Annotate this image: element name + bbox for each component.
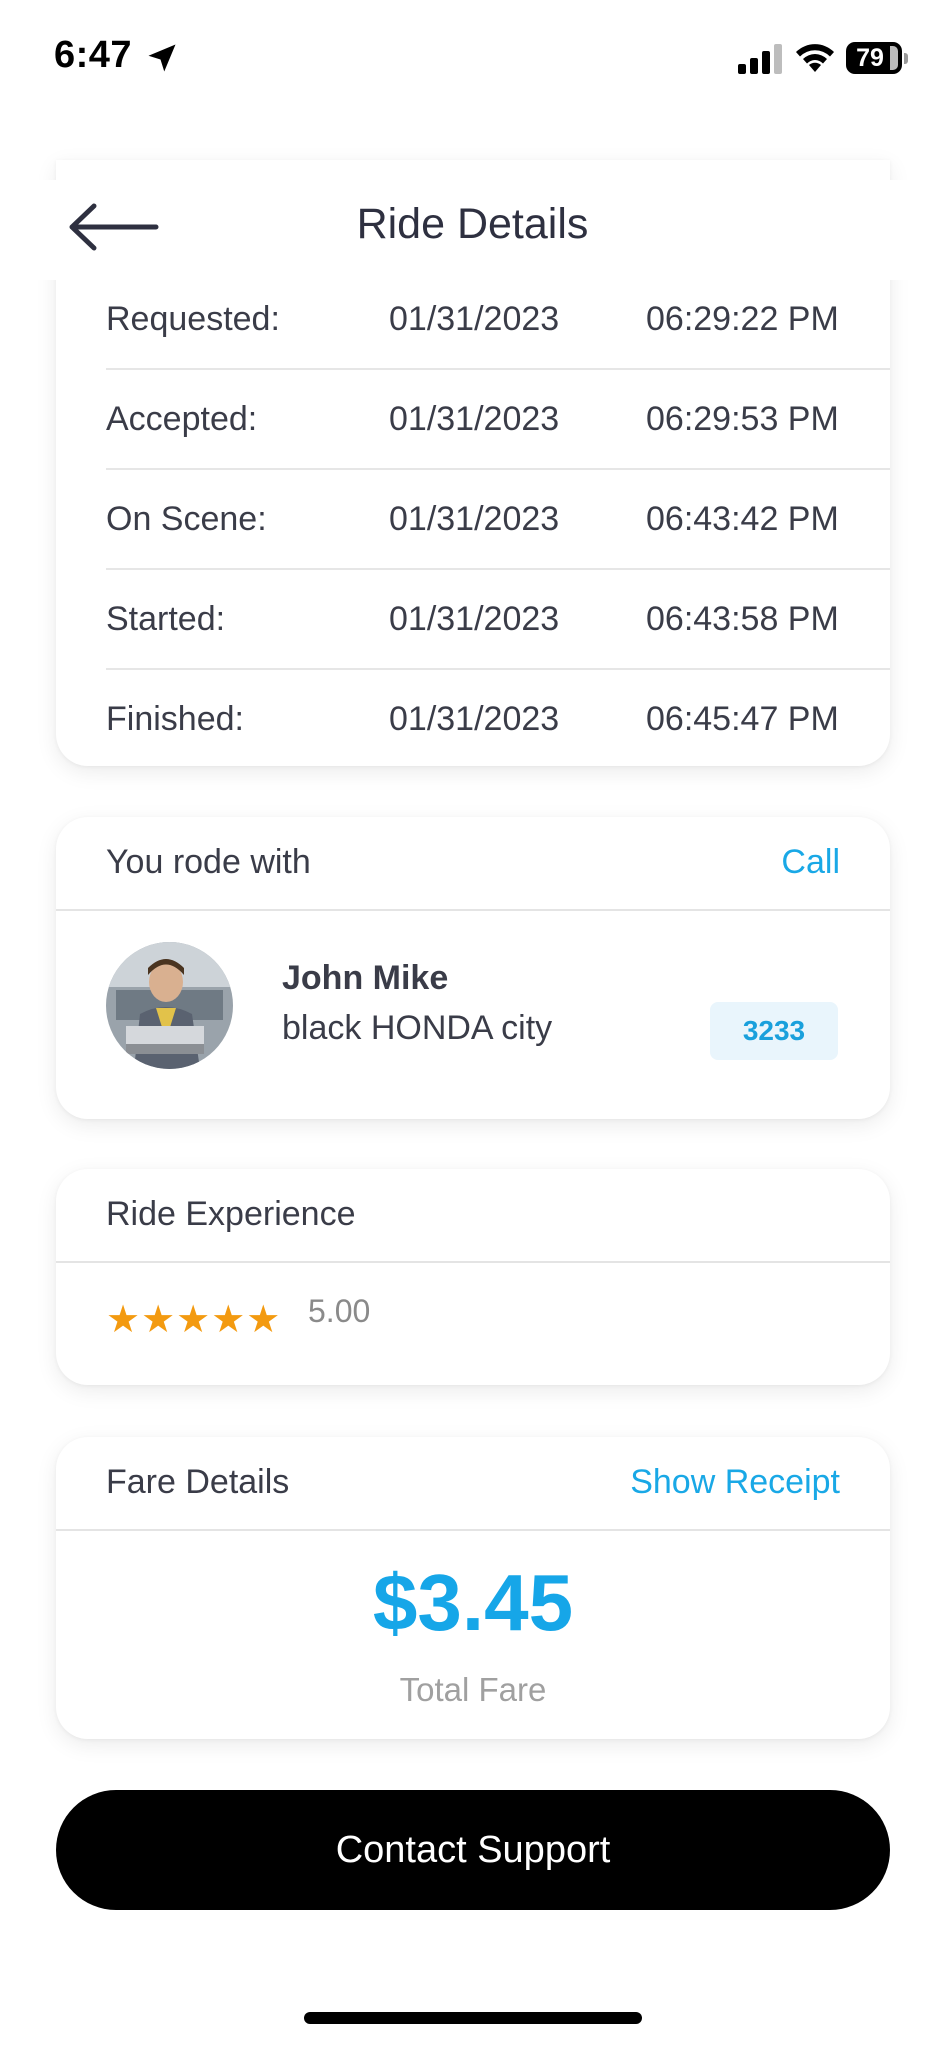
license-plate-badge: 3233: [710, 1002, 838, 1060]
status-bar: 6:47 79: [0, 0, 945, 118]
ride-experience-card: Ride Experience ★★★★★ 5.00: [56, 1169, 890, 1385]
driver-card-header: You rode with Call: [56, 817, 890, 911]
timeline-date: 01/31/2023: [389, 500, 560, 538]
total-fare-amount: $3.45: [372, 1558, 574, 1647]
header: Ride Details: [0, 180, 945, 280]
location-arrow-icon: [148, 44, 176, 72]
timeline-time: 06:29:53 PM: [646, 400, 839, 438]
call-button[interactable]: Call: [781, 843, 840, 882]
wifi-icon: [796, 44, 834, 72]
driver-avatar: [106, 942, 233, 1069]
timeline-label: Requested:: [106, 300, 280, 338]
timeline-date: 01/31/2023: [389, 700, 560, 738]
driver-card: You rode with Call John Mike black HONDA…: [56, 817, 890, 1119]
timeline-row-on-scene: On Scene: 01/31/2023 06:43:42 PM: [106, 470, 890, 570]
battery-level: 79: [856, 44, 884, 72]
contact-support-button[interactable]: Contact Support: [56, 1790, 890, 1910]
home-indicator[interactable]: [304, 2012, 642, 2024]
page-title: Ride Details: [356, 200, 589, 248]
battery-icon: 79: [846, 42, 908, 74]
fare-details-card: Fare Details Show Receipt $3.45 Total Fa…: [56, 1437, 890, 1739]
timeline-time: 06:43:58 PM: [646, 600, 839, 638]
timeline-row-requested: Requested: 01/31/2023 06:29:22 PM: [106, 270, 890, 370]
timeline-date: 01/31/2023: [389, 300, 560, 338]
fare-card-header: Fare Details Show Receipt: [56, 1437, 890, 1531]
driver-card-title: You rode with: [106, 843, 311, 881]
timeline-label: On Scene:: [106, 500, 267, 538]
timeline-row-started: Started: 01/31/2023 06:43:58 PM: [106, 570, 890, 670]
vehicle-description: black HONDA city: [282, 1009, 553, 1047]
fare-card-title: Fare Details: [106, 1463, 290, 1501]
timeline-row-accepted: Accepted: 01/31/2023 06:29:53 PM: [106, 370, 890, 470]
cellular-signal-icon: [738, 44, 782, 74]
rating-value: 5.00: [308, 1293, 371, 1329]
timeline-label: Started:: [106, 600, 226, 638]
driver-name: John Mike: [282, 959, 449, 997]
timeline-time: 06:29:22 PM: [646, 300, 839, 338]
timeline-label: Accepted:: [106, 400, 258, 438]
show-receipt-link[interactable]: Show Receipt: [630, 1463, 840, 1502]
total-fare-label: Total Fare: [399, 1671, 547, 1708]
timeline-time: 06:43:42 PM: [646, 500, 839, 538]
star-rating-icons: ★★★★★: [106, 1299, 282, 1341]
timeline-label: Finished:: [106, 700, 244, 738]
experience-card-header: Ride Experience: [56, 1169, 890, 1263]
status-time: 6:47: [54, 34, 133, 76]
experience-card-title: Ride Experience: [106, 1195, 356, 1233]
timeline-time: 06:45:47 PM: [646, 700, 839, 738]
timeline-row-finished: Finished: 01/31/2023 06:45:47 PM: [106, 670, 890, 770]
timeline-date: 01/31/2023: [389, 400, 560, 438]
timeline-date: 01/31/2023: [389, 600, 560, 638]
